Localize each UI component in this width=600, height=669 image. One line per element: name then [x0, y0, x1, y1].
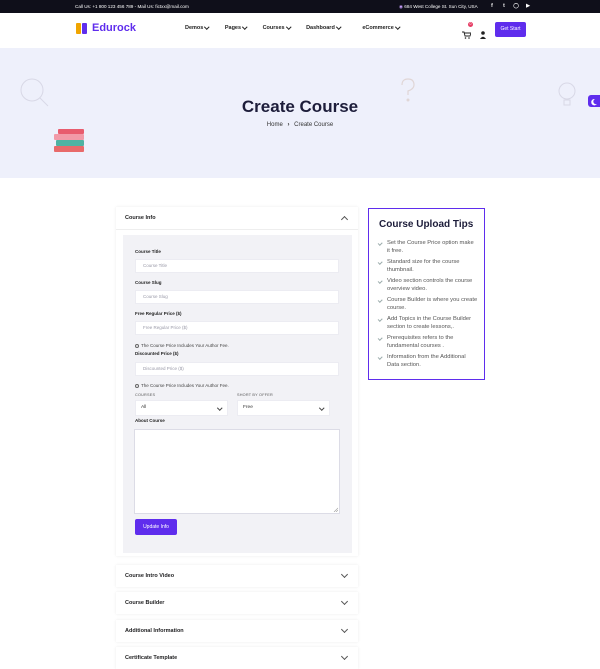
chevron-down-icon — [242, 24, 248, 30]
divider — [116, 229, 358, 230]
tips-title: Course Upload Tips — [379, 219, 474, 230]
tips-list: Set the Course Price option make it free… — [377, 239, 478, 372]
course-info-title[interactable]: Course Info — [125, 215, 156, 221]
accordion-course-intro-video[interactable]: Course Intro Video — [116, 565, 358, 587]
chevron-down-icon — [285, 24, 291, 30]
free-price-input[interactable]: Free Regular Price ($) — [135, 321, 339, 335]
info-icon — [135, 383, 139, 388]
accordion-course-builder[interactable]: Course Builder — [116, 592, 358, 614]
list-item: Information from the Additional Data sec… — [377, 353, 478, 369]
chevron-up-icon[interactable] — [340, 215, 349, 224]
user-icon[interactable] — [480, 26, 486, 39]
check-icon — [377, 354, 383, 360]
check-icon — [377, 297, 383, 303]
instagram-icon[interactable]: ◯ — [513, 3, 519, 9]
facebook-icon[interactable]: f — [489, 3, 495, 9]
sort-select[interactable]: Free — [237, 400, 330, 416]
chevron-down-icon — [340, 652, 349, 661]
nav-item-demos[interactable]: Demos — [185, 24, 210, 31]
about-course-textarea[interactable] — [134, 429, 340, 514]
location-pin-icon: ◉ — [399, 4, 404, 9]
main-nav: Demos Pages Courses Dashboard eCommerce — [185, 24, 415, 31]
book-logo-icon — [76, 22, 88, 34]
course-upload-tips: Course Upload Tips Set the Course Price … — [368, 208, 485, 380]
course-title-label: Course Title — [135, 249, 161, 254]
price-note: The Course Price Includes Your Author Fe… — [135, 383, 229, 388]
nav-item-courses[interactable]: Courses — [263, 24, 291, 31]
check-icon — [377, 335, 383, 341]
resize-handle-icon[interactable] — [333, 507, 338, 512]
check-icon — [377, 240, 383, 246]
about-course-label: About Course — [135, 418, 165, 423]
breadcrumb-current: Create Course — [294, 122, 334, 128]
chevron-down-icon — [318, 405, 324, 411]
chevron-down-icon — [340, 570, 349, 579]
list-item: Prerequisites refers to the fundamental … — [377, 334, 478, 350]
info-icon — [135, 343, 139, 348]
list-item: Set the Course Price option make it free… — [377, 239, 478, 255]
get-start-button[interactable]: Get Start — [495, 22, 526, 37]
dark-mode-toggle[interactable] — [588, 95, 600, 107]
chevron-down-icon — [340, 625, 349, 634]
sort-filter-label: SHORT BY OFFER — [237, 393, 273, 397]
books-stack-icon — [54, 129, 84, 152]
courses-filter-label: COURSES — [135, 393, 156, 397]
topbar: Call Us: +1 800 123 456 789 - Mail Us: f… — [0, 0, 600, 13]
course-slug-label: Course Slug — [135, 280, 162, 285]
list-item: Video section controls the course overvi… — [377, 277, 478, 293]
breadcrumb-separator: › — [287, 122, 290, 128]
page-title: Create Course — [241, 97, 359, 116]
free-price-label: Free Regular Price ($) — [135, 311, 182, 316]
twitter-icon[interactable]: t — [501, 3, 507, 9]
site-logo[interactable]: Edurock — [76, 22, 136, 34]
youtube-icon[interactable]: ▶ — [525, 3, 531, 9]
check-icon — [377, 316, 383, 322]
cart-icon[interactable]: 0 — [462, 22, 473, 39]
list-item: Course Builder is where you create cours… — [377, 296, 478, 312]
list-item: Add Topics in the Course Builder section… — [377, 315, 478, 331]
accordion-additional-information[interactable]: Additional Information — [116, 620, 358, 642]
price-note: The Course Price Includes Your Author Fe… — [135, 343, 229, 348]
course-slug-input[interactable]: Course Slug — [135, 290, 339, 304]
chevron-down-icon — [395, 24, 401, 30]
address-text: ◉ 684 West College St. Sun City, USA — [399, 4, 478, 9]
discounted-price-input[interactable]: Discounted Price ($) — [135, 362, 339, 376]
update-info-button[interactable]: Update Info — [135, 519, 177, 535]
list-item: Standard size for the course thumbnail. — [377, 258, 478, 274]
page-hero: Create Course Home › Create Course — [0, 48, 600, 178]
discounted-price-label: Discounted Price ($) — [135, 351, 179, 356]
nav-item-pages[interactable]: Pages — [225, 24, 248, 31]
check-icon — [377, 259, 383, 265]
course-title-input[interactable]: Course Title — [135, 259, 339, 273]
chevron-down-icon — [216, 405, 222, 411]
accordion-certificate-template[interactable]: Certificate Template — [116, 647, 358, 669]
cart-count-badge: 0 — [468, 22, 473, 27]
moon-icon — [591, 98, 597, 106]
breadcrumb: Home › Create Course — [0, 122, 600, 128]
check-icon — [377, 278, 383, 284]
chevron-down-icon — [204, 24, 210, 30]
breadcrumb-home-link[interactable]: Home — [267, 122, 283, 128]
nav-item-ecommerce[interactable]: eCommerce — [362, 24, 401, 31]
social-links: f t ◯ ▶ — [489, 3, 531, 9]
courses-select[interactable]: All — [135, 400, 228, 416]
chevron-down-icon — [340, 597, 349, 606]
contact-info: Call Us: +1 800 123 456 789 - Mail Us: f… — [75, 4, 189, 9]
nav-item-dashboard[interactable]: Dashboard — [306, 24, 342, 31]
chevron-down-icon — [336, 24, 342, 30]
